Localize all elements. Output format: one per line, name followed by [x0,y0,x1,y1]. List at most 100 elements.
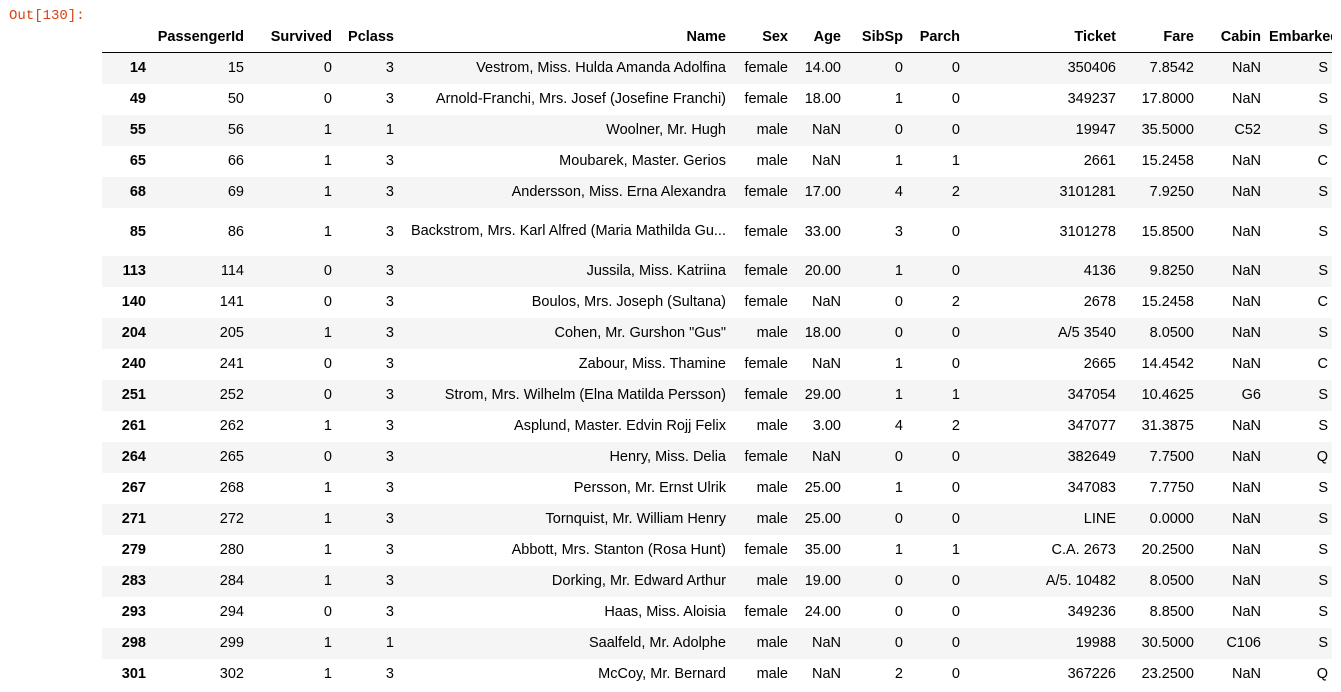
cell-cabin: NaN [1231,511,1261,527]
table-row: 251 252 0 3 Strom, Mrs. Wilhelm (Elna Matild… [102,379,1332,411]
column-header-fare: Fare [1120,22,1198,53]
cell-index: 65 [129,153,146,169]
cell-index: 55 [129,122,146,138]
output-prompt: Out[130]: [9,8,85,24]
cell-pclass: 3 [385,387,394,403]
table-row: 261 262 1 3 Asplund, Master. Edvin Rojj Feli… [102,411,1332,442]
cell-passengerid: 50 [227,91,244,107]
cell-pclass: 3 [385,666,394,682]
cell-age: NaN [811,666,841,682]
cell-parch: 0 [951,449,960,465]
cell-embarked: S [1318,635,1328,651]
cell-sibsp: 4 [894,418,903,434]
cell-parch: 0 [951,325,960,341]
cell-passengerid: 241 [219,356,244,372]
cell-fare: 8.0500 [1149,573,1194,589]
column-header-cabin: Cabin [1198,22,1265,53]
table-body: 14 15 0 3 Vestrom, Miss. Hulda Amanda Adolfi… [102,52,1332,690]
cell-name: Saalfeld, Mr. Adolphe [588,635,726,651]
cell-sibsp: 1 [894,542,903,558]
cell-ticket: 19988 [1075,635,1116,651]
cell-sibsp: 0 [894,60,903,77]
cell-sibsp: 0 [894,449,903,465]
cell-pclass: 3 [385,604,394,620]
cell-sibsp: 0 [894,635,903,651]
table-row: 204 205 1 3 Cohen, Mr. Gurshon "Gus" male 18.0… [102,317,1332,349]
cell-sex: male [756,418,788,434]
cell-sibsp: 1 [894,356,903,372]
cell-age: 14.00 [804,60,841,77]
cell-survived: 0 [323,387,332,403]
cell-cabin: NaN [1231,325,1261,341]
cell-survived: 0 [323,604,332,620]
cell-index: 301 [121,666,146,682]
cell-parch: 0 [951,666,960,682]
cell-survived: 0 [323,356,332,372]
cell-sibsp: 0 [894,573,903,589]
table-row: 264 265 0 3 Henry, Miss. Delia female NaN 0 0 382… [102,441,1332,473]
cell-ticket: A/5 3540 [1057,325,1116,341]
cell-cabin: NaN [1231,573,1261,589]
cell-cabin: NaN [1231,223,1261,240]
cell-embarked: S [1318,223,1328,240]
cell-sibsp: 0 [894,511,903,527]
cell-passengerid: 56 [227,122,244,138]
cell-sex: male [756,573,788,589]
cell-survived: 1 [323,666,332,682]
table-row: 140 141 0 3 Boulos, Mrs. Joseph (Sultana) fem… [102,287,1332,318]
cell-age: 19.00 [804,573,841,589]
cell-embarked: S [1318,480,1328,496]
cell-name: Tornquist, Mr. William Henry [545,511,726,527]
cell-parch: 1 [951,153,960,169]
cell-ticket: 2678 [1083,294,1116,310]
cell-pclass: 3 [385,91,394,107]
cell-ticket: 349236 [1067,604,1116,620]
cell-index: 279 [121,542,146,558]
cell-name: Persson, Mr. Ernst Ulrik [573,480,726,496]
cell-age: 17.00 [804,184,841,200]
cell-ticket: 2661 [1083,153,1116,169]
cell-index: 68 [129,184,146,200]
cell-pclass: 3 [385,60,394,77]
table-row: 68 69 1 3 Andersson, Miss. Erna Alexandra fem… [102,176,1332,208]
cell-sex: female [744,91,788,107]
cell-passengerid: 15 [227,60,244,77]
cell-sibsp: 0 [894,604,903,620]
cell-cabin: C52 [1234,122,1261,138]
cell-ticket: 349237 [1067,91,1116,107]
cell-sex: female [744,184,788,200]
cell-fare: 8.8500 [1149,604,1194,620]
cell-fare: 7.8542 [1149,60,1194,77]
cell-sibsp: 0 [894,294,903,310]
cell-cabin: NaN [1231,184,1261,200]
cell-parch: 0 [951,122,960,138]
cell-pclass: 3 [385,294,394,310]
cell-sex: female [744,223,788,240]
cell-embarked: S [1318,573,1328,589]
cell-age: 24.00 [804,604,841,620]
cell-age: 33.00 [804,223,841,240]
cell-parch: 0 [951,223,960,240]
table-row: 240 241 0 3 Zabour, Miss. Thamine female NaN 1 0… [102,349,1332,380]
cell-passengerid: 86 [227,223,244,240]
cell-index: 14 [129,60,146,77]
cell-cabin: NaN [1231,91,1261,107]
cell-survived: 1 [323,153,332,169]
cell-survived: 1 [323,635,332,651]
cell-cabin: NaN [1231,294,1261,310]
table-row: 283 284 1 3 Dorking, Mr. Edward Arthur male 19… [102,565,1332,597]
cell-passengerid: 66 [227,153,244,169]
cell-index: 261 [121,418,146,434]
cell-index: 271 [121,511,146,527]
cell-survived: 0 [323,294,332,310]
cell-sibsp: 1 [894,153,903,169]
cell-name: Asplund, Master. Edvin Rojj Felix [514,418,726,434]
header-row: PassengerId Survived Pclass Name Sex Age… [102,22,1332,53]
column-header-pclass: Pclass [336,22,398,53]
cell-name: Moubarek, Master. Gerios [559,153,726,169]
cell-survived: 1 [323,511,332,527]
cell-name: Haas, Miss. Aloisia [604,604,726,620]
column-header-parch: Parch [907,22,964,53]
cell-fare: 15.2458 [1141,153,1194,169]
cell-cabin: NaN [1231,480,1261,496]
